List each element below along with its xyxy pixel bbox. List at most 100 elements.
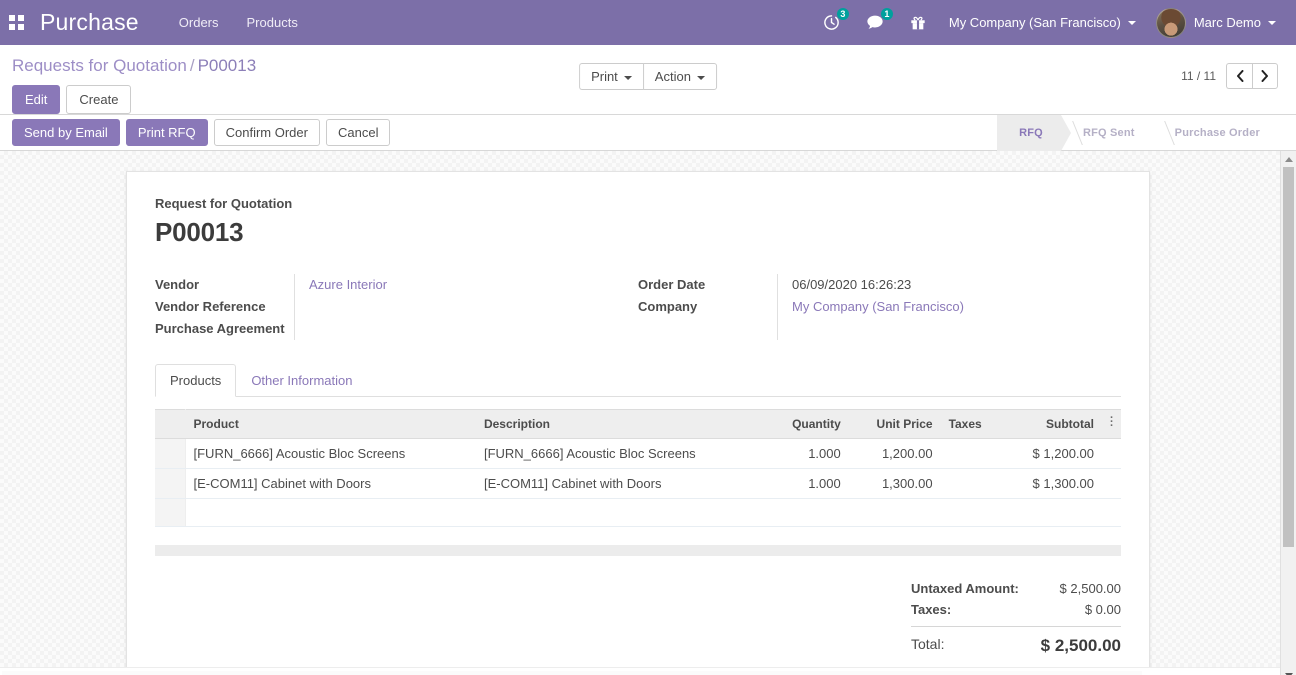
table-body: [FURN_6666] Acoustic Bloc Screens [FURN_…: [155, 438, 1121, 527]
breadcrumb-separator: /: [189, 56, 195, 75]
page-title: P00013: [155, 217, 244, 247]
field-vendor[interactable]: Azure Interior: [309, 274, 638, 296]
cell-description[interactable]: [E-COM11] Cabinet with Doors: [475, 468, 767, 499]
totals-section: Untaxed Amount: $ 2,500.00 Taxes: $ 0.00…: [155, 578, 1121, 659]
breadcrumb-root[interactable]: Requests for Quotation: [12, 56, 187, 75]
status-stage-rfq-sent[interactable]: RFQ Sent: [1061, 115, 1153, 151]
column-unit-price[interactable]: Unit Price: [848, 409, 941, 439]
chevron-down-icon: [1127, 20, 1136, 25]
label-company: Company: [638, 299, 698, 314]
cancel-button[interactable]: Cancel: [325, 119, 391, 146]
breadcrumb: Requests for Quotation / P00013: [12, 55, 256, 77]
value-total: $ 2,500.00: [1040, 636, 1121, 655]
create-button[interactable]: Create: [66, 85, 132, 114]
drag-handle-column: [155, 409, 186, 439]
order-lines-table: Product Description Quantity Unit Price …: [155, 409, 1121, 527]
messages-menu-button[interactable]: 1: [853, 0, 897, 45]
chevron-down-icon: [623, 75, 632, 80]
action-dropdown-button[interactable]: Action: [642, 63, 717, 90]
workflow-buttons: Send by Email Print RFQ Confirm Order Ca…: [12, 119, 391, 146]
activities-count-badge: 3: [836, 8, 849, 20]
vertical-scrollbar[interactable]: [1280, 151, 1296, 675]
action-label: Action: [654, 69, 691, 84]
label-vendor-reference: Vendor Reference: [155, 299, 266, 314]
drag-handle-cell[interactable]: [155, 438, 186, 469]
scroll-down-button[interactable]: [1281, 667, 1296, 675]
horizontal-scrollbar-thumb[interactable]: [2, 671, 1142, 675]
column-options-icon[interactable]: · · ·: [1110, 413, 1114, 432]
field-company[interactable]: My Company (San Francisco): [792, 296, 1121, 318]
drag-handle-cell[interactable]: [155, 468, 186, 499]
column-description[interactable]: Description: [475, 409, 767, 439]
table-empty-row[interactable]: [155, 498, 1121, 527]
tab-products[interactable]: Products: [155, 364, 237, 397]
total-row-taxes: Taxes: $ 0.00: [911, 599, 1121, 620]
tab-other-information[interactable]: Other Information: [236, 364, 367, 397]
print-label: Print: [591, 69, 618, 84]
field-order-date[interactable]: 06/09/2020 16:26:23: [792, 274, 1121, 296]
cell-quantity[interactable]: 1.000: [766, 438, 849, 469]
company-name: My Company (San Francisco): [948, 15, 1121, 30]
status-stage-purchase-order[interactable]: Purchase Order: [1153, 115, 1278, 151]
form-group-left: Vendor Vendor Reference Purchase Agreeme…: [155, 274, 638, 340]
status-stage-rfq[interactable]: RFQ: [997, 114, 1071, 151]
send-by-email-button[interactable]: Send by Email: [12, 119, 120, 146]
menu-item-products[interactable]: Products: [233, 0, 312, 45]
print-rfq-button[interactable]: Print RFQ: [125, 119, 208, 146]
pager-next-button[interactable]: [1252, 63, 1278, 89]
vertical-scrollbar-thumb[interactable]: [1283, 167, 1294, 547]
table-row[interactable]: [E-COM11] Cabinet with Doors [E-COM11] C…: [155, 468, 1121, 499]
cell-product[interactable]: [E-COM11] Cabinet with Doors: [185, 468, 476, 499]
avatar: [1155, 7, 1186, 38]
gift-menu-button[interactable]: [897, 0, 939, 45]
activities-menu-button[interactable]: 3: [810, 0, 853, 45]
print-dropdown-button[interactable]: Print: [579, 63, 643, 90]
field-vendor-reference[interactable]: [309, 296, 638, 318]
value-untaxed-amount: $ 2,500.00: [1059, 581, 1121, 596]
chevron-right-icon: [1261, 70, 1268, 82]
chevron-down-icon: [696, 75, 705, 80]
pager-previous-button[interactable]: [1226, 63, 1252, 89]
cell-taxes[interactable]: [940, 468, 1004, 499]
control-panel: Requests for Quotation / P00013 Edit Creat…: [0, 45, 1296, 115]
table-row[interactable]: [FURN_6666] Acoustic Bloc Screens [FURN_…: [155, 438, 1121, 469]
cell-taxes[interactable]: [940, 438, 1004, 469]
cell-description[interactable]: [FURN_6666] Acoustic Bloc Screens: [475, 438, 767, 469]
column-quantity[interactable]: Quantity: [766, 409, 849, 439]
pager-counter: 11 / 11: [1181, 69, 1216, 83]
field-purchase-agreement[interactable]: [309, 318, 638, 340]
cell-subtotal: $ 1,200.00: [1003, 438, 1102, 469]
column-subtotal[interactable]: Subtotal: [1003, 409, 1102, 439]
cell-product[interactable]: [FURN_6666] Acoustic Bloc Screens: [185, 438, 476, 469]
breadcrumb-current: P00013: [197, 56, 257, 75]
statusbar-row: Send by Email Print RFQ Confirm Order Ca…: [0, 114, 1296, 151]
cell-unit-price[interactable]: 1,300.00: [848, 468, 941, 499]
gift-icon: [911, 16, 925, 30]
horizontal-scrollbar[interactable]: [0, 667, 1280, 675]
cell-subtotal: $ 1,300.00: [1003, 468, 1102, 499]
user-name: Marc Demo: [1193, 15, 1261, 30]
scroll-up-button[interactable]: [1281, 151, 1296, 167]
cell-quantity[interactable]: 1.000: [766, 468, 849, 499]
apps-menu-button[interactable]: [0, 0, 32, 45]
value-taxes: $ 0.00: [1084, 602, 1121, 617]
app-brand-title: Purchase: [40, 9, 139, 35]
table-header-row: Product Description Quantity Unit Price …: [155, 409, 1121, 439]
column-taxes[interactable]: Taxes: [940, 409, 1004, 439]
cell-unit-price[interactable]: 1,200.00: [848, 438, 941, 469]
edit-button[interactable]: Edit: [12, 85, 61, 114]
label-total: Total:: [911, 636, 945, 652]
arrow-up-icon: [1284, 156, 1293, 162]
column-product[interactable]: Product: [185, 409, 476, 439]
user-menu[interactable]: Marc Demo: [1146, 0, 1286, 45]
main-menu: Orders Products: [165, 0, 312, 45]
confirm-order-button[interactable]: Confirm Order: [213, 119, 320, 146]
menu-item-orders[interactable]: Orders: [165, 0, 233, 45]
apps-grid-icon: [8, 15, 24, 30]
messages-count-badge: 1: [880, 8, 893, 20]
form-field-groups: Vendor Vendor Reference Purchase Agreeme…: [155, 274, 1121, 340]
list-footer-band: [155, 545, 1121, 556]
print-action-group: Print Action: [579, 63, 717, 90]
status-pipeline: RFQ RFQ Sent Purchase Order: [997, 114, 1278, 151]
company-switcher[interactable]: My Company (San Francisco): [939, 0, 1146, 45]
